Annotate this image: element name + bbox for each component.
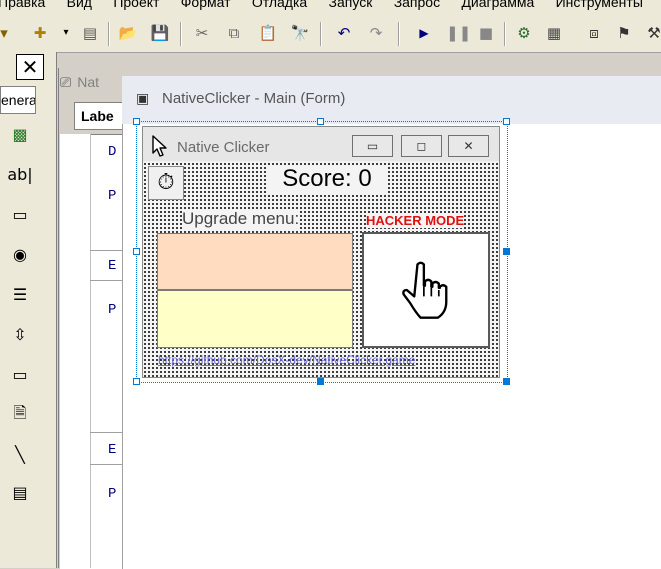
file-listbox-icon[interactable]: 🗎 <box>6 400 34 426</box>
close-icon[interactable]: ✕ <box>16 54 44 80</box>
code-separator <box>90 464 124 465</box>
stop-icon[interactable]: ■ <box>476 23 496 43</box>
picture-box-icon[interactable]: ▩ <box>6 122 34 148</box>
undo-icon[interactable]: ↶ <box>334 23 354 43</box>
cursor-icon <box>152 135 167 157</box>
minimize-icon: ▭ <box>366 139 379 153</box>
maximize-icon: ◻ <box>416 139 427 153</box>
github-link[interactable]: https://github.com/DosX-dev/NativeClicke… <box>158 353 492 369</box>
data-control-icon[interactable]: ▤ <box>6 480 34 506</box>
code-separator <box>90 250 124 251</box>
code-window-title-text: Nat <box>77 74 99 90</box>
add-project-icon[interactable]: ▾ <box>0 23 14 43</box>
form-icon: ▣ <box>136 90 150 106</box>
score-label: Score: 0 <box>268 165 386 193</box>
combobox-icon[interactable]: ☰ <box>6 282 34 308</box>
play-icon[interactable]: ▶ <box>414 23 434 43</box>
dropdown-arrow-icon[interactable]: ▾ <box>56 23 76 43</box>
code-window-icon: ⎚ <box>60 74 72 90</box>
upgrade-slot-2[interactable] <box>157 290 353 348</box>
pause-icon[interactable]: ❚❚ <box>446 23 471 43</box>
minimize-button[interactable]: ▭ <box>352 135 393 157</box>
resize-handle-sw <box>133 378 140 385</box>
option-button-icon[interactable]: ◉ <box>6 242 34 268</box>
form-layout-icon[interactable]: ⧈ <box>584 23 604 43</box>
copy-icon[interactable]: ⧉ <box>224 23 244 43</box>
hacker-mode-label[interactable]: HACKER MODE <box>366 213 465 228</box>
code-gutter <box>60 134 91 568</box>
resize-handle-s[interactable] <box>317 378 324 385</box>
form-designer-title: NativeClicker - Main (Form) <box>162 90 346 107</box>
resize-handle-w <box>133 248 140 255</box>
menu-item-debug[interactable]: Отладка <box>252 0 307 10</box>
resize-handle-n <box>317 118 324 125</box>
properties-window-icon[interactable]: ▦ <box>544 23 564 43</box>
add-form-icon[interactable]: ✚ <box>30 23 50 43</box>
code-line[interactable]: E <box>108 442 116 458</box>
project-explorer-icon[interactable]: ⚙ <box>514 23 534 43</box>
upgrade-slot-1[interactable] <box>157 233 353 290</box>
save-icon[interactable]: 💾 <box>150 23 170 43</box>
maximize-button[interactable]: ◻ <box>401 135 442 157</box>
upgrade-menu-label: Upgrade menu: <box>182 209 300 229</box>
menu-item-format[interactable]: Формат <box>181 0 231 10</box>
cut-icon[interactable]: ✂ <box>192 23 212 43</box>
open-folder-icon[interactable]: 📂 <box>118 23 138 43</box>
drive-listbox-icon[interactable]: ▭ <box>6 362 34 388</box>
menu-item-project[interactable]: Проект <box>113 0 159 10</box>
menu-editor-icon[interactable]: ▤ <box>80 23 100 43</box>
toolbox-icon[interactable]: ⚒ <box>644 23 661 43</box>
hand-pointer-icon <box>402 261 448 319</box>
code-line[interactable]: D <box>108 144 116 160</box>
menu-item-run[interactable]: Запуск <box>329 0 373 10</box>
toolbox-tab-general[interactable]: eneral <box>0 86 36 114</box>
click-button[interactable] <box>362 232 490 348</box>
resize-handle-nw <box>133 118 140 125</box>
menu-item-edit[interactable]: Правка <box>0 0 45 10</box>
menu-item-tools[interactable]: Инструменты <box>556 0 643 10</box>
menu-item-query[interactable]: Запрос <box>394 0 440 10</box>
paste-icon[interactable]: 📋 <box>258 23 278 43</box>
close-icon: ✕ <box>463 139 474 153</box>
resize-handle-ne <box>503 118 510 125</box>
code-separator <box>90 432 124 433</box>
find-icon[interactable]: 🔭 <box>290 23 310 43</box>
toolbar: ▾ ✚ ▾ ▤ 📂 💾 ✂ ⧉ 📋 🔭 ↶ ↷ ▶ ❚❚ ■ ⚙ ▦ ⧈ ⚑ ⚒ <box>0 10 661 53</box>
resize-handle-e[interactable] <box>503 248 510 255</box>
code-line[interactable]: P <box>108 302 116 318</box>
menu-item-view[interactable]: Вид <box>67 0 92 10</box>
menu-item-diagram[interactable]: Диаграмма <box>461 0 534 10</box>
object-browser-icon[interactable]: ⚑ <box>614 23 634 43</box>
vertical-scrollbar-icon[interactable]: ⇳ <box>6 322 34 348</box>
redo-icon[interactable]: ↷ <box>366 23 386 43</box>
resize-handle-se[interactable] <box>503 378 510 385</box>
form-title: Native Clicker <box>177 139 270 156</box>
code-line[interactable]: P <box>108 188 116 204</box>
line-icon[interactable]: ╲ <box>6 442 34 468</box>
frame-icon[interactable]: ▭ <box>6 202 34 228</box>
menu-bar: Правка Вид Проект Формат Отладка Запуск … <box>0 0 661 10</box>
code-line[interactable]: E <box>108 258 116 274</box>
close-button[interactable]: ✕ <box>448 135 489 157</box>
code-separator <box>90 280 124 281</box>
code-line[interactable]: P <box>108 486 116 502</box>
stopwatch-icon[interactable]: ⏱ <box>148 166 184 200</box>
textbox-icon[interactable]: ab| <box>6 162 34 188</box>
